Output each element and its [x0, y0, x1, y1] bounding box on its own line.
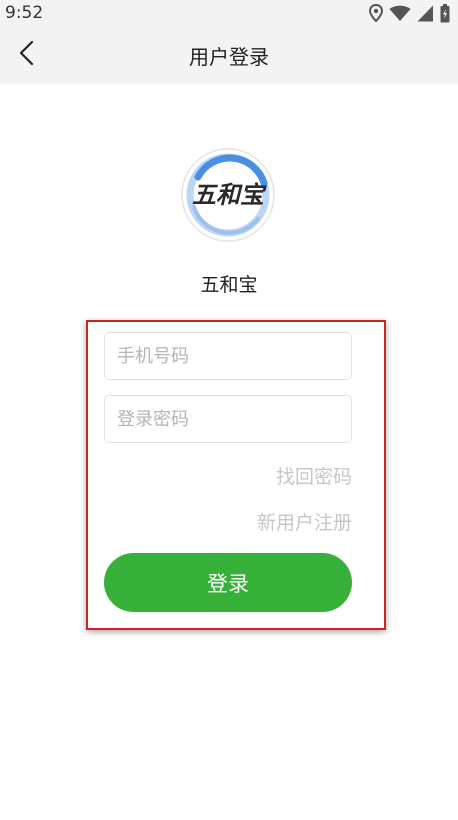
register-link[interactable]: 新用户注册: [257, 508, 352, 535]
password-input[interactable]: [104, 395, 352, 443]
battery-icon: [440, 3, 450, 23]
status-icons: [369, 3, 450, 23]
wifi-icon: [389, 5, 411, 22]
logo-text: 五和宝: [192, 181, 267, 209]
status-bar: 9:52: [0, 0, 458, 26]
app-name: 五和宝: [200, 274, 258, 296]
location-icon: [369, 4, 383, 22]
login-button[interactable]: 登录: [104, 553, 352, 612]
status-time: 9:52: [5, 3, 44, 23]
forgot-password-link[interactable]: 找回密码: [276, 462, 352, 489]
signal-icon: [417, 5, 434, 22]
app-logo: 五和宝: [180, 147, 276, 243]
page-title: 用户登录: [189, 45, 269, 69]
app-bar: 用户登录: [0, 26, 458, 84]
phone-input[interactable]: [104, 332, 352, 380]
